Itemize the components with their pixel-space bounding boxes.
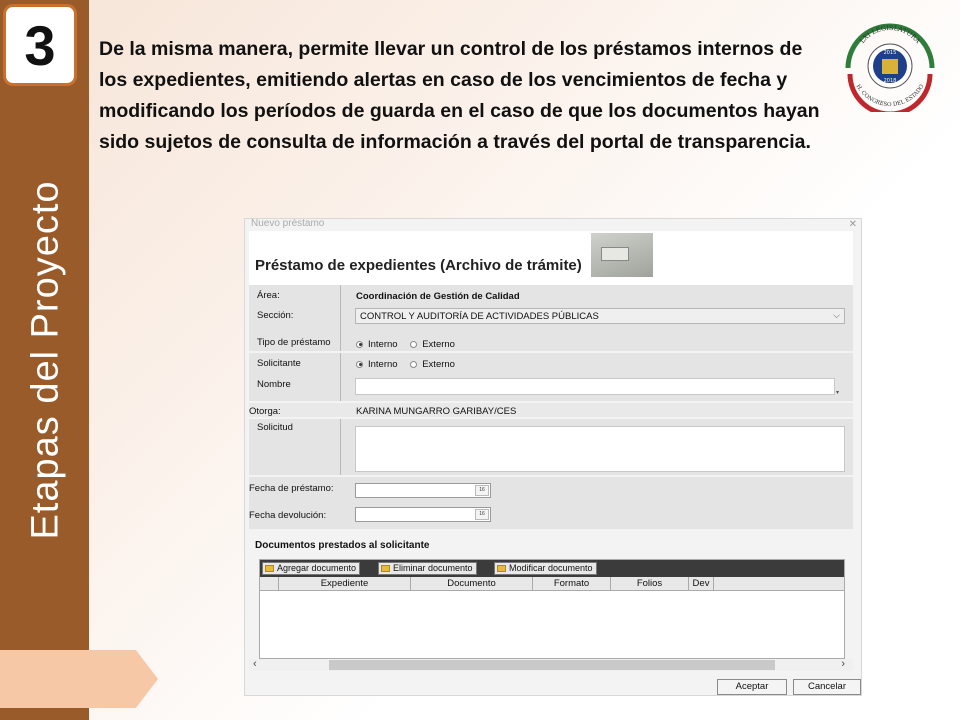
otorga-value: KARINA MUNGARRO GARIBAY/CES <box>356 406 517 417</box>
scroll-left-icon[interactable]: ‹ <box>253 658 257 670</box>
documents-grid: Agregar documento Eliminar documento Mod… <box>259 559 845 659</box>
nombre-label: Nombre <box>257 379 291 390</box>
fecha-prestamo-label: Fecha de préstamo: <box>249 483 334 494</box>
scroll-right-icon[interactable]: › <box>841 658 845 670</box>
fecha-devolucion-label: Fecha devolución: <box>249 510 327 521</box>
solicitante-label: Solicitante <box>257 358 301 369</box>
radio-icon <box>410 340 418 348</box>
delete-document-button[interactable]: Eliminar documento <box>378 562 477 575</box>
grid-column-header: Expediente Documento Formato Folios Dev <box>260 577 844 591</box>
solicitud-label: Solicitud <box>257 422 293 433</box>
modify-document-button[interactable]: Modificar documento <box>494 562 597 575</box>
area-value: Coordinación de Gestión de Calidad <box>356 291 520 302</box>
fecha-prestamo-input[interactable]: 16 <box>355 483 491 498</box>
vertical-title: Etapas del Proyecto <box>24 180 67 540</box>
solicitud-textarea[interactable] <box>355 426 845 472</box>
radio-selected-icon <box>356 360 363 368</box>
folder-icon <box>381 565 390 572</box>
radio-selected-icon <box>356 340 363 348</box>
seccion-value: CONTROL Y AUDITORÍA DE ACTIVIDADES PÚBLI… <box>360 311 599 322</box>
column-documento[interactable]: Documento <box>410 577 532 591</box>
radio-icon <box>410 360 418 368</box>
logo-year-start: 2015 <box>884 50 897 56</box>
dialog-heading: Préstamo de expedientes (Archivo de trám… <box>255 257 582 274</box>
file-cabinet-icon <box>591 233 653 277</box>
nombre-input[interactable] <box>355 378 835 395</box>
accept-button[interactable]: Aceptar <box>717 679 787 695</box>
calendar-icon[interactable]: 16 <box>475 485 489 496</box>
tipo-option-interno[interactable]: Interno <box>356 339 398 350</box>
documents-toolbar: Agregar documento Eliminar documento Mod… <box>260 560 844 577</box>
seccion-select[interactable]: CONTROL Y AUDITORÍA DE ACTIVIDADES PÚBLI… <box>355 308 845 324</box>
chevron-down-icon: ⌵ <box>833 310 840 320</box>
otorga-label: Otorga: <box>249 406 281 417</box>
folder-icon <box>265 565 274 572</box>
congress-logo: 2015 2018 LXI LEGISLATURA H. CONGRESO DE… <box>845 23 935 112</box>
otorga-band <box>249 403 853 417</box>
tipo-option-externo[interactable]: Externo <box>410 339 455 350</box>
dialog-titlebar: Nuevo préstamo <box>251 219 325 229</box>
logo-year-end: 2018 <box>884 78 897 84</box>
area-label: Área: <box>257 290 280 301</box>
horizontal-scrollbar[interactable]: ‹ › <box>249 658 853 671</box>
resize-grip-icon[interactable]: ▾ <box>836 389 839 396</box>
column-folios[interactable]: Folios <box>610 577 688 591</box>
tipo-radio-group: Interno Externo <box>356 339 465 350</box>
docs-section-title: Documentos prestados al solicitante <box>255 540 430 551</box>
column-expediente[interactable]: Expediente <box>278 577 410 591</box>
step-number-box: 3 <box>3 4 77 86</box>
folder-icon <box>497 565 506 572</box>
solicitante-option-externo[interactable]: Externo <box>410 359 455 370</box>
intro-paragraph: De la misma manera, permite llevar un co… <box>99 38 820 153</box>
column-formato[interactable]: Formato <box>532 577 610 591</box>
step-number: 3 <box>24 13 56 77</box>
scrollbar-thumb[interactable] <box>329 660 775 670</box>
add-document-button[interactable]: Agregar documento <box>262 562 361 575</box>
solicitante-option-interno[interactable]: Interno <box>356 359 398 370</box>
close-icon[interactable]: ✕ <box>849 219 857 230</box>
fecha-devolucion-input[interactable]: 16 <box>355 507 491 522</box>
solicitante-radio-group: Interno Externo <box>356 359 465 370</box>
column-dev[interactable]: Dev <box>688 577 714 591</box>
seccion-label: Sección: <box>257 310 294 321</box>
calendar-icon[interactable]: 16 <box>475 509 489 520</box>
tipo-label: Tipo de préstamo <box>257 337 331 348</box>
cancel-button[interactable]: Cancelar <box>793 679 861 695</box>
next-arrow-tab[interactable] <box>0 650 158 708</box>
loan-dialog: Nuevo préstamo ✕ Préstamo de expedientes… <box>244 218 862 696</box>
dialog-header: Préstamo de expedientes (Archivo de trám… <box>249 231 853 293</box>
